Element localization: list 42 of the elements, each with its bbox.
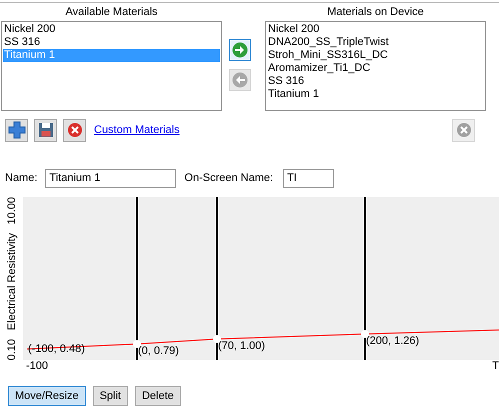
mode-button[interactable]: Move/Resize [8, 386, 86, 406]
segment-divider[interactable] [136, 197, 138, 360]
list-item[interactable]: Titanium 1 [267, 88, 484, 101]
on-screen-name-label: On-Screen Name: [184, 170, 274, 186]
data-point[interactable] [133, 340, 141, 348]
y-tick-label: 0.10 [4, 338, 18, 360]
add-button[interactable] [229, 39, 251, 61]
list-item[interactable]: Nickel 200 [267, 23, 484, 36]
add-button[interactable] [5, 118, 28, 142]
delete-icon [456, 122, 472, 138]
y-tick-label: 10.00 [4, 197, 18, 225]
plus-icon [8, 121, 26, 139]
name-field[interactable]: Titanium 1 [45, 168, 176, 188]
x-axis-label: T [492, 360, 499, 374]
name-label: Name: [5, 170, 38, 186]
list-item[interactable]: Stroh_Mini_SS316L_DC [267, 49, 484, 62]
save-button[interactable] [34, 118, 57, 142]
material-list[interactable]: Nickel 200 DNA200_SS_TripleTwist Stroh_Mini_SS316L_DC Aromamizer_Ti1_DC SS 316 Titanium 1 [265, 21, 486, 111]
save-icon [38, 122, 54, 138]
delete-button[interactable] [63, 118, 86, 142]
y-axis-label: Electrical Resistivity [4, 232, 18, 330]
segment-divider[interactable] [364, 197, 366, 360]
point-label: (70, 1.00) [218, 340, 266, 352]
point-label: (0, 0.79) [138, 345, 179, 357]
list-item[interactable]: Nickel 200 [3, 23, 220, 36]
list-item[interactable]: DNA200_SS_TripleTwist [267, 36, 484, 49]
list-item[interactable]: Aromamizer_Ti1_DC [267, 62, 484, 75]
list-title: Materials on Device [327, 5, 424, 20]
data-point[interactable] [213, 335, 221, 343]
segment-divider[interactable] [216, 197, 218, 360]
mode-button[interactable]: Split [92, 386, 128, 406]
material-list[interactable]: Nickel 200 SS 316 Titanium 1 [1, 21, 222, 111]
on-screen-name-field[interactable]: TI [283, 168, 334, 188]
list-item[interactable]: SS 316 [3, 36, 220, 49]
list-item[interactable]: SS 316 [267, 75, 484, 88]
point-label: (200, 1.26) [366, 335, 420, 347]
delete-icon [66, 122, 82, 138]
mode-button[interactable]: Delete [134, 386, 181, 406]
list-title: Available Materials [65, 5, 158, 20]
custom-materials-link[interactable]: Custom Materials [94, 122, 180, 138]
data-point[interactable] [361, 330, 369, 338]
x-tick-label: -100 [26, 360, 48, 374]
